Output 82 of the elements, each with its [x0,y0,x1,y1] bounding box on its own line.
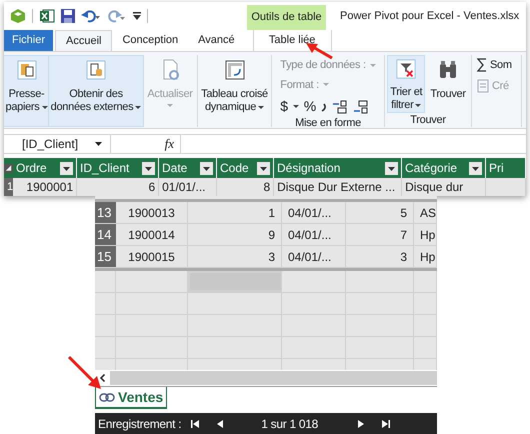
table-cell: 3 [188,246,282,267]
name-box[interactable]: [ID_Client] [4,135,111,153]
sum-icon [477,58,487,72]
save-icon [61,9,75,23]
ribbon-button[interactable]: Presse- papiers [4,55,50,127]
table-cell: 04/01/... [282,224,346,245]
dropdown-icon [257,162,270,174]
last-record-icon [382,420,390,428]
row-number: 15 [95,246,116,267]
caret-icon [167,104,173,107]
window-title: Power Pivot pour Excel - Ventes.xlsx [340,8,520,24]
cube-icon [10,8,26,24]
percent-button[interactable]: % [304,96,316,117]
group-label: Trouver [410,114,446,127]
caret-icon [292,105,299,108]
table-cell: Hp [414,246,437,267]
list-icon [477,78,489,93]
ribbon-button[interactable]: Trier et filtrer [387,55,426,113]
ribbon-command[interactable]: Som [490,57,512,74]
row-number: 1 [4,178,14,196]
dropdown-icon [60,162,73,174]
table-cell: 1900001 [13,178,78,196]
ribbon-tab[interactable]: Conception [112,30,188,51]
pivot-table-icon [222,58,246,82]
comma-icon [320,102,327,112]
table-cell: 5 [346,202,414,223]
table-cell: 04/01/... [282,246,346,267]
dropdown-icon [142,162,155,174]
group-label: Mise en forme [295,117,361,128]
sheet-tab[interactable]: Ventes [95,387,168,409]
row-number: 13 [95,202,116,223]
table-cell: 1900014 [116,224,188,245]
document-icon [84,58,108,82]
caret-icon [135,106,142,109]
first-record-icon [191,420,200,428]
ribbon-tab[interactable]: Accueil [55,30,112,51]
ribbon-tab[interactable]: Fichier [4,30,54,51]
table-cell: 1900013 [116,202,188,223]
link-icon [99,392,115,402]
undo-icon [81,9,101,23]
scroll-left-icon [100,374,105,382]
dropdown-icon [469,162,482,174]
redo-icon [107,9,127,23]
table-cell: 3 [346,246,414,267]
table-cell: 04/01/... [282,202,346,223]
caret-icon [322,83,329,86]
caret-icon [258,106,264,109]
table-cell: Hp [414,224,437,245]
next-record-icon [358,420,364,428]
context-tab-group-label: Outils de table [247,5,326,30]
spreadsheet-icon [39,8,55,24]
arrow [66,354,104,392]
ribbon-button[interactable]: Trouver [427,55,469,113]
table-cell: AS [414,202,437,223]
clipboard-icon [14,58,38,82]
caret-icon [95,142,102,146]
dropdown-icon [200,162,213,174]
scrollbar[interactable] [110,371,437,385]
caret-icon [415,104,422,107]
currency-button[interactable]: $ [280,96,288,117]
row-number: 14 [95,224,116,245]
table-cell: 1900015 [116,246,188,267]
status-label: Enregistrement : [98,416,182,432]
table-cell: 7 [346,224,414,245]
arrow [304,42,334,59]
ribbon-button[interactable]: Obtenir des données externes [48,55,144,127]
selected-cell[interactable] [188,271,282,292]
caret-icon [42,106,48,109]
decrease-decimal-icon [352,100,369,114]
function-button[interactable]: fx [111,135,181,153]
record-position: 1 sur 1 018 [261,416,318,432]
table-cell: 1 [188,202,282,223]
ribbon-tab[interactable]: Table liée [252,30,332,51]
customize-icon [133,11,141,21]
caret-icon [370,64,376,67]
table-cell: 9 [188,224,282,245]
ribbon-tab[interactable]: Avancé [188,30,245,51]
previous-record-icon [217,420,224,428]
ribbon-button[interactable]: Tableau croisé dynamique [198,55,271,127]
increase-decimal-icon [332,100,348,114]
filter-icon [394,58,418,80]
dropdown-icon [385,162,398,174]
